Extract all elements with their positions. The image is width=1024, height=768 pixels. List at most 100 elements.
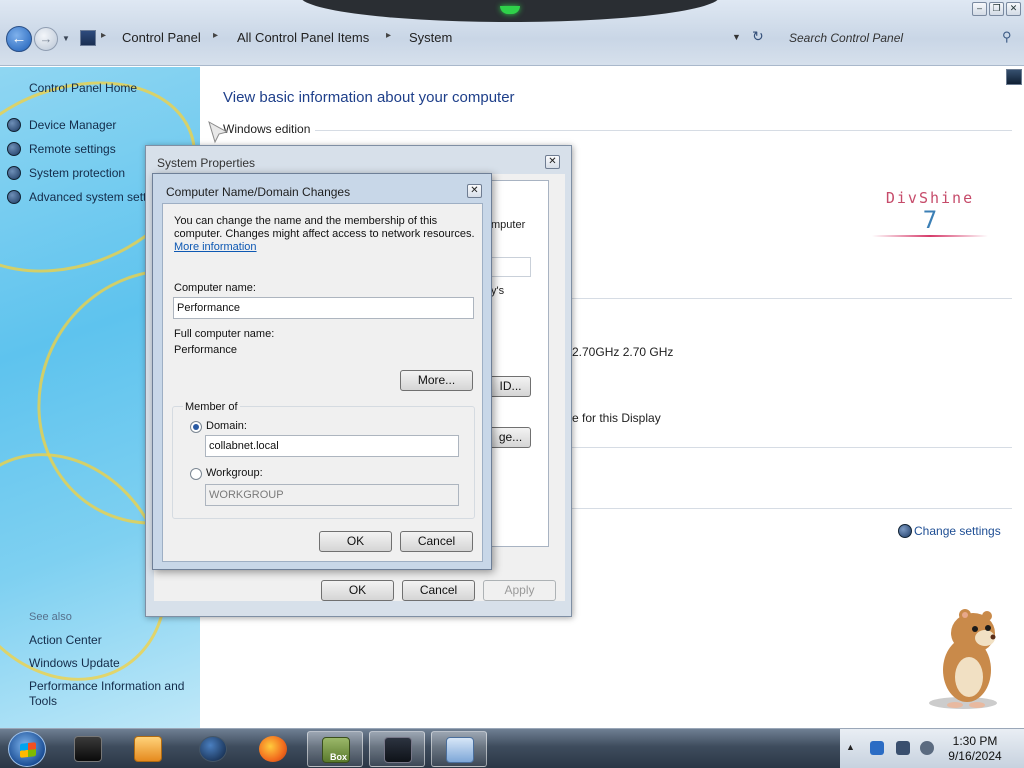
shield-icon	[898, 524, 912, 538]
close-icon[interactable]: ✕	[545, 155, 560, 169]
processor-value: 2.70GHz 2.70 GHz	[572, 345, 674, 359]
box-app-icon: Box	[322, 737, 350, 763]
divider	[315, 130, 1012, 131]
oem-logo: DivShine 7	[870, 189, 990, 237]
cancel-button[interactable]: Cancel	[400, 531, 473, 552]
breadcrumb-separator-icon[interactable]: ▸	[386, 30, 391, 41]
ok-button[interactable]: OK	[319, 531, 392, 552]
back-arrow-icon: ←	[11, 30, 27, 47]
help-icon[interactable]	[1006, 69, 1022, 85]
refresh-icon[interactable]: ↻	[752, 28, 764, 45]
globe-icon	[199, 736, 227, 762]
ok-button[interactable]: OK	[321, 580, 394, 601]
volume-icon[interactable]	[920, 741, 934, 755]
computer-name-label: Computer name:	[174, 282, 256, 294]
terminal-icon	[74, 736, 102, 762]
divider	[572, 447, 1012, 448]
network-id-button[interactable]: ID...	[491, 376, 531, 397]
theme-glow	[500, 6, 520, 14]
full-name-value: Performance	[174, 344, 237, 356]
description-text: You can change the name and the membersh…	[174, 215, 438, 227]
monitor-icon[interactable]	[896, 741, 910, 755]
taskbar-item-browser-globe[interactable]	[185, 731, 241, 767]
mouse-cursor-icon	[208, 120, 229, 144]
breadcrumb-separator-icon: ▸	[101, 30, 107, 41]
shield-icon	[7, 190, 21, 204]
oem-logo-underline	[872, 235, 988, 237]
full-name-label: Full computer name:	[174, 328, 275, 340]
show-hidden-icons-icon[interactable]: ▲	[846, 742, 855, 752]
search-input[interactable]: Search Control Panel ⚲	[780, 24, 1020, 52]
workgroup-radio[interactable]	[190, 468, 202, 480]
address-dropdown-icon[interactable]: ▼	[732, 32, 741, 42]
oem-logo-version: 7	[922, 206, 938, 234]
computer-name-dialog: Computer Name/Domain Changes ✕ You can c…	[152, 173, 492, 570]
clock-time: 1:30 PM	[952, 734, 998, 748]
tab-panel	[483, 180, 549, 547]
taskbar-clock[interactable]: 1:30 PM 9/16/2024	[940, 734, 1010, 764]
taskbar-item-terminal[interactable]	[60, 731, 116, 767]
cancel-button[interactable]: Cancel	[402, 580, 475, 601]
workgroup-field[interactable]: WORKGROUP	[205, 484, 459, 506]
firefox-icon	[259, 736, 287, 762]
sidebar-item-advanced-settings[interactable]: Advanced system sett	[29, 190, 146, 204]
more-information-link[interactable]: More information	[174, 241, 257, 253]
more-button[interactable]: More...	[400, 370, 473, 391]
control-panel-icon	[80, 30, 96, 46]
taskbar: Box ▲ 1:30 PM 9/16/2024	[0, 728, 1024, 768]
change-button[interactable]: ge...	[491, 427, 531, 448]
close-window-button[interactable]: ✕	[1006, 2, 1021, 16]
theme-decoration	[300, 0, 720, 22]
sidebar-item-system-protection[interactable]: System protection	[29, 166, 125, 180]
computer-name-label: y's	[491, 285, 505, 297]
shield-icon	[7, 142, 21, 156]
member-of-label: Member of	[183, 401, 240, 413]
sidebar-item-remote-settings[interactable]: Remote settings	[29, 142, 116, 156]
computer-name-dialog-title: Computer Name/Domain Changes	[166, 185, 351, 199]
start-button[interactable]	[8, 731, 46, 767]
search-icon[interactable]: ⚲	[1002, 29, 1012, 45]
sidebar-item-action-center[interactable]: Action Center	[29, 633, 102, 647]
domain-field[interactable]: collabnet.local	[205, 435, 459, 457]
see-also-heading: See also	[29, 611, 72, 623]
clock-date: 9/16/2024	[948, 749, 1002, 763]
sidebar-control-panel-home[interactable]: Control Panel Home	[29, 81, 137, 95]
network-icon[interactable]	[870, 741, 884, 755]
windows-edition-heading: Windows edition	[223, 122, 311, 136]
computer-name-field[interactable]: Performance	[173, 297, 474, 319]
forward-arrow-icon: →	[39, 31, 53, 46]
sidebar-item-performance-info[interactable]: Performance Information and Tools	[29, 679, 194, 709]
minimize-button[interactable]: –	[972, 2, 987, 16]
breadcrumb-separator-icon[interactable]: ▸	[213, 30, 218, 41]
back-button[interactable]: ←	[6, 26, 32, 52]
explorer-toolbar: – ❐ ✕ ← → ▼ ▸ Control Panel ▸ All Contro…	[0, 0, 1024, 66]
taskbar-item-media-player[interactable]	[120, 731, 176, 767]
description-text: computer. Changes might affect access to…	[174, 228, 475, 240]
breadcrumb-all-items[interactable]: All Control Panel Items	[237, 30, 369, 45]
breadcrumb-system[interactable]: System	[409, 30, 452, 45]
taskbar-item-window[interactable]	[369, 731, 425, 767]
domain-radio[interactable]	[190, 421, 202, 433]
forward-button[interactable]: →	[34, 27, 58, 51]
apply-button[interactable]: Apply	[483, 580, 556, 601]
domain-label: Domain:	[206, 420, 247, 432]
sidebar-item-device-manager[interactable]: Device Manager	[29, 118, 116, 132]
window-icon	[384, 737, 412, 763]
restore-button[interactable]: ❐	[989, 2, 1004, 16]
windows-logo-icon	[20, 742, 36, 758]
divider	[572, 508, 1012, 509]
taskbar-item-firefox[interactable]	[245, 731, 301, 767]
taskbar-item-system[interactable]	[431, 731, 487, 767]
taskbar-item-box[interactable]: Box	[307, 731, 363, 767]
search-placeholder: Search Control Panel	[789, 31, 904, 45]
breadcrumb-control-panel[interactable]: Control Panel	[122, 30, 201, 45]
workgroup-label: Workgroup:	[206, 467, 263, 479]
change-settings-link[interactable]: Change settings	[914, 524, 1001, 538]
close-icon[interactable]: ✕	[467, 184, 482, 198]
computer-description-label: mputer	[491, 219, 526, 231]
sidebar-item-windows-update[interactable]: Windows Update	[29, 656, 120, 670]
computer-description-input[interactable]	[491, 257, 531, 277]
media-player-icon	[134, 736, 162, 762]
recent-pages-dropdown[interactable]: ▼	[62, 34, 70, 43]
display-note: e for this Display	[572, 411, 661, 425]
